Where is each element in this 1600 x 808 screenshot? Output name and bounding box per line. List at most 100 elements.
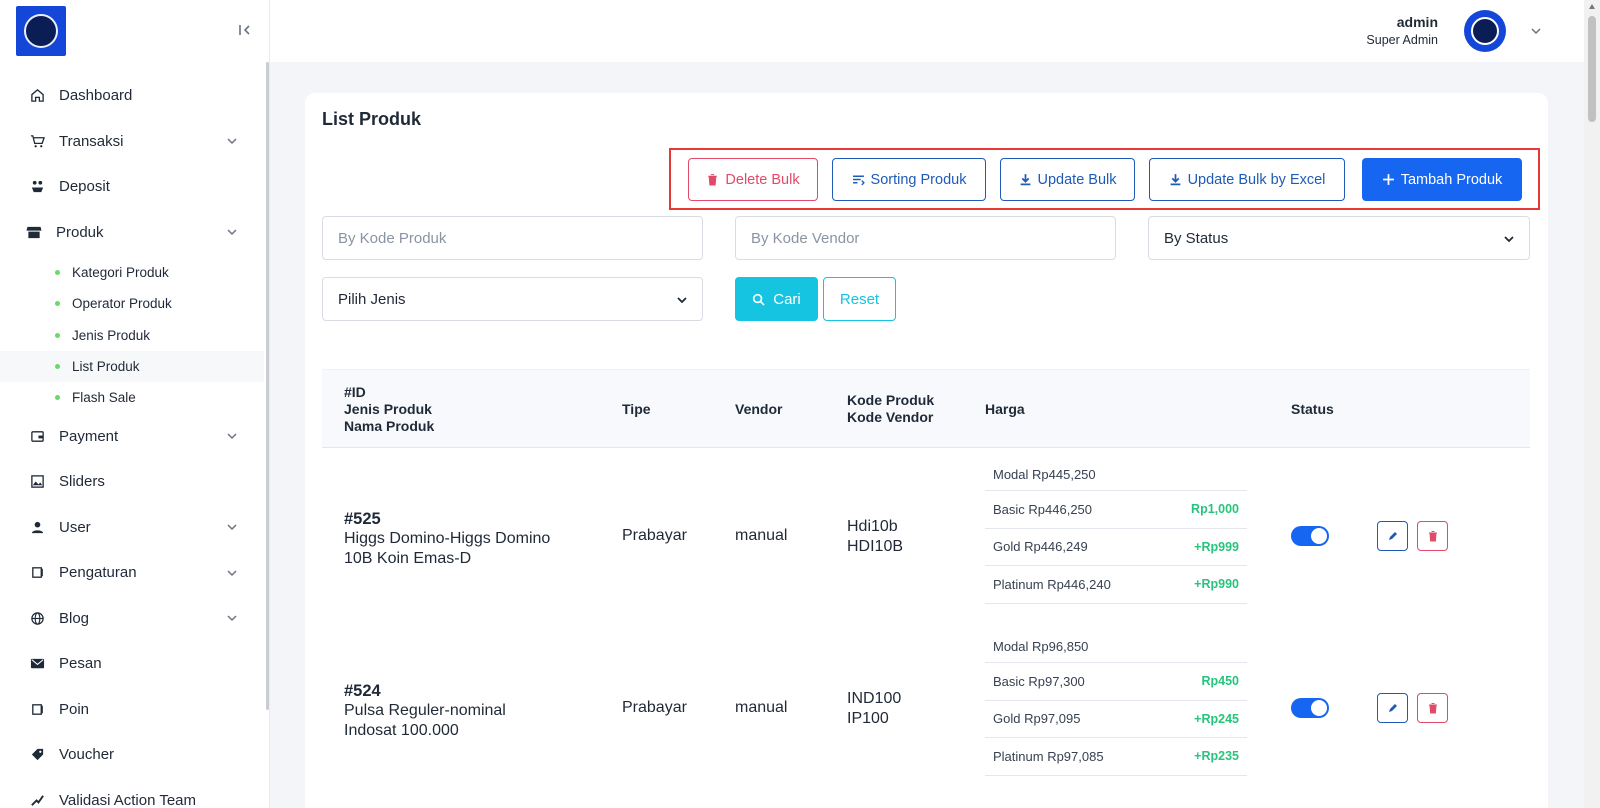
sidebar-item-voucher[interactable]: Voucher xyxy=(0,732,264,778)
kode-produk-input[interactable] xyxy=(338,229,666,247)
collapse-sidebar-icon[interactable] xyxy=(236,20,254,40)
product-id-cell: #524 Pulsa Reguler-nominal Indosat 100.0… xyxy=(344,681,506,741)
sidebar-item-produk[interactable]: Produk xyxy=(0,210,264,256)
product-vendor: manual xyxy=(735,527,788,544)
sidebar-item-label: Validasi Action Team xyxy=(59,791,197,808)
reset-button[interactable]: Reset xyxy=(823,277,896,321)
column-header-vendor: Vendor xyxy=(735,401,783,417)
update-bulk-excel-button[interactable]: Update Bulk by Excel xyxy=(1149,158,1345,201)
bullet-dot xyxy=(55,395,60,401)
delete-button[interactable] xyxy=(1417,521,1448,551)
chevron-down-icon[interactable] xyxy=(1530,25,1542,37)
price-basic: Basic Rp97,300 Rp450 xyxy=(985,663,1247,701)
status-toggle[interactable] xyxy=(1291,526,1329,546)
delete-bulk-label: Delete Bulk xyxy=(725,171,800,188)
scroll-up-arrow-icon[interactable] xyxy=(1589,4,1595,9)
sorting-produk-label: Sorting Produk xyxy=(870,171,967,188)
basic-price: Basic Rp97,300 xyxy=(993,673,1085,689)
jenis-select[interactable]: Pilih Jenis xyxy=(322,277,703,321)
update-bulk-button[interactable]: Update Bulk xyxy=(1000,158,1135,201)
bullet-dot xyxy=(55,332,60,338)
user-icon xyxy=(29,519,45,535)
toggle-knob xyxy=(1311,700,1327,716)
cari-label: Cari xyxy=(773,290,801,308)
sidebar-subitem-flash-sale[interactable]: Flash Sale xyxy=(0,382,264,413)
sidebar-item-pesan[interactable]: Pesan xyxy=(0,641,264,687)
delete-button[interactable] xyxy=(1417,693,1448,723)
mail-icon xyxy=(29,656,45,672)
modal-price: Modal Rp445,250 xyxy=(993,467,1096,482)
basic-margin: Rp1,000 xyxy=(1191,502,1239,517)
product-vendor: manual xyxy=(735,699,788,716)
platinum-price: Platinum Rp97,085 xyxy=(993,748,1104,764)
basic-price: Basic Rp446,250 xyxy=(993,501,1093,517)
header-kode-produk-label: Kode Produk xyxy=(847,392,935,408)
sidebar-item-label: Dashboard xyxy=(59,87,133,105)
sidebar: Dashboard Transaksi Deposit Produk Kateg… xyxy=(0,0,270,808)
product-name-line2: 10B Koin Emas-D xyxy=(344,550,472,567)
price-list: Modal Rp96,850 Basic Rp97,300 Rp450 Gold … xyxy=(985,631,1247,776)
sidebar-item-sliders[interactable]: Sliders xyxy=(0,459,264,505)
wallet-icon xyxy=(29,428,45,444)
sorting-produk-button[interactable]: Sorting Produk xyxy=(832,158,986,201)
sidebar-subitem-list-produk[interactable]: List Produk xyxy=(0,350,264,383)
price-platinum: Platinum Rp446,240 +Rp990 xyxy=(985,566,1247,604)
sidebar-item-deposit[interactable]: Deposit xyxy=(0,164,264,210)
sidebar-subitem-jenis-produk[interactable]: Jenis Produk xyxy=(0,320,264,351)
sidebar-subitem-operator-produk[interactable]: Operator Produk xyxy=(0,288,264,319)
brand-logo[interactable] xyxy=(16,6,66,56)
download-icon xyxy=(1170,174,1180,186)
scrollbar-thumb[interactable] xyxy=(1588,16,1596,122)
column-header-status: Status xyxy=(1291,401,1334,417)
sidebar-item-poin[interactable]: Poin xyxy=(0,686,264,732)
sort-icon xyxy=(852,175,865,186)
sidebar-item-label: Pengaturan xyxy=(59,564,137,582)
sidebar-subitem-kategori-produk[interactable]: Kategori Produk xyxy=(0,257,264,288)
sidebar-item-validasi-action-team[interactable]: Validasi Action Team xyxy=(0,777,264,808)
sidebar-scrollbar[interactable] xyxy=(266,62,269,710)
subitem-label: Operator Produk xyxy=(72,296,172,312)
sidebar-item-blog[interactable]: Blog xyxy=(0,595,264,641)
sidebar-item-pengaturan[interactable]: Pengaturan xyxy=(0,550,264,596)
sidebar-item-user[interactable]: User xyxy=(0,504,264,550)
tag-icon xyxy=(29,747,45,763)
subitem-label: Kategori Produk xyxy=(72,265,169,281)
sidebar-item-payment[interactable]: Payment xyxy=(0,413,264,459)
avatar[interactable] xyxy=(1464,10,1506,52)
kode-produk-field xyxy=(322,216,703,260)
modal-price: Modal Rp96,850 xyxy=(993,639,1089,654)
page-scrollbar[interactable] xyxy=(1584,0,1600,808)
bullet-dot xyxy=(55,270,60,276)
cari-button[interactable]: Cari xyxy=(735,277,818,321)
bullet-dot xyxy=(55,301,60,307)
user-role: Super Admin xyxy=(1366,33,1438,47)
product-kode-cell: Hdi10b HDI10B xyxy=(847,517,903,557)
status-toggle[interactable] xyxy=(1291,698,1329,718)
product-id: #525 xyxy=(344,510,381,528)
edit-button[interactable] xyxy=(1377,693,1408,723)
toggle-knob xyxy=(1311,528,1327,544)
sidebar-item-label: Sliders xyxy=(59,473,105,491)
sidebar-item-dashboard[interactable]: Dashboard xyxy=(0,73,264,119)
table-row: #524 Pulsa Reguler-nominal Indosat 100.0… xyxy=(322,621,1530,793)
product-tipe: Prabayar xyxy=(622,527,687,544)
sidebar-item-label: Pesan xyxy=(59,655,102,673)
reset-label: Reset xyxy=(839,290,880,308)
header-id-label: #ID xyxy=(344,384,366,400)
status-select-value: By Status xyxy=(1164,229,1229,247)
price-gold: Gold Rp446,249 +Rp999 xyxy=(985,529,1247,566)
points-icon xyxy=(29,701,45,717)
kode-vendor-input[interactable] xyxy=(751,229,1079,247)
edit-button[interactable] xyxy=(1377,521,1408,551)
logo-emblem-icon xyxy=(24,14,58,48)
price-platinum: Platinum Rp97,085 +Rp235 xyxy=(985,738,1247,776)
subitem-label: Jenis Produk xyxy=(72,327,151,343)
status-select[interactable]: By Status xyxy=(1148,216,1530,260)
delete-bulk-button[interactable]: Delete Bulk xyxy=(688,158,818,201)
tambah-produk-button[interactable]: Tambah Produk xyxy=(1362,158,1522,201)
gold-margin: +Rp999 xyxy=(1194,539,1239,554)
settings-icon xyxy=(29,565,45,581)
pencil-icon xyxy=(1388,532,1397,540)
product-id: #524 xyxy=(344,682,381,700)
sidebar-item-transaksi[interactable]: Transaksi xyxy=(0,119,264,165)
